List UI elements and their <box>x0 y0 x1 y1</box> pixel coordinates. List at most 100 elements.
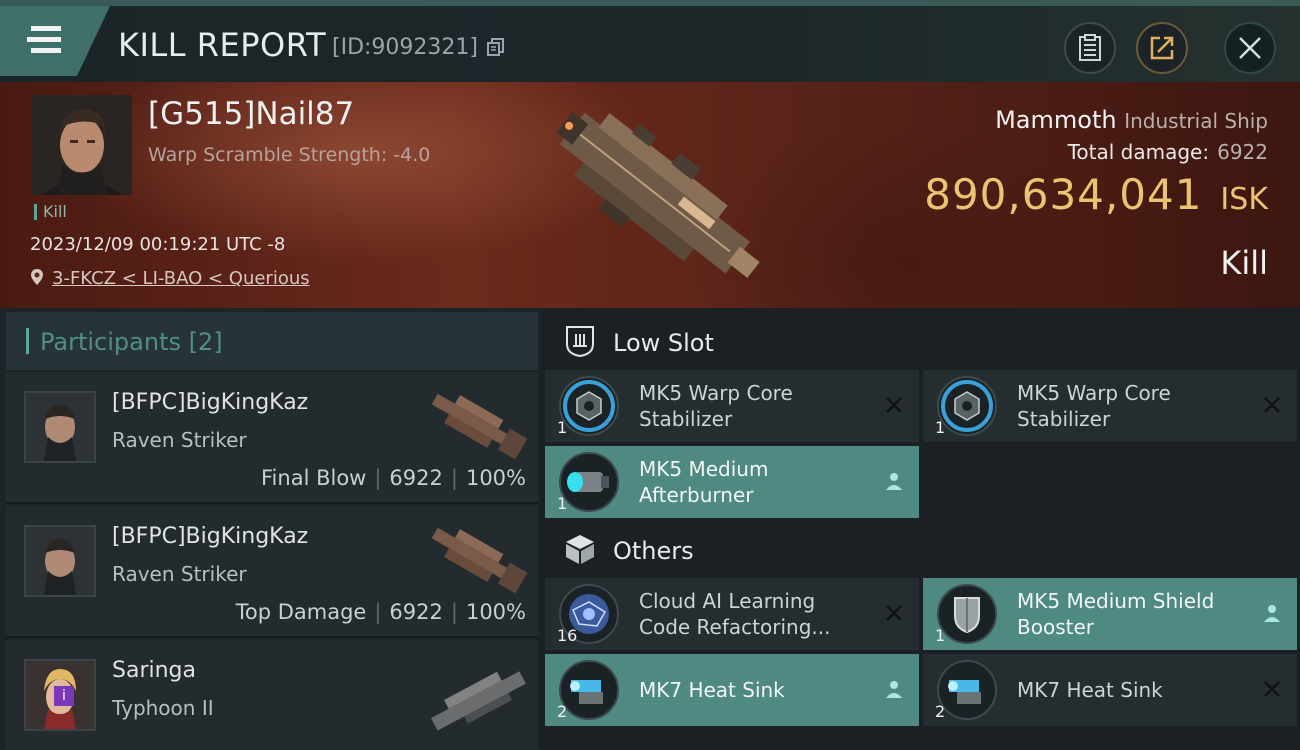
total-damage-value: 6922 <box>1217 140 1268 164</box>
copy-icon[interactable] <box>487 38 505 56</box>
participant-avatar <box>24 391 96 463</box>
participants-header: Participants [2] <box>6 312 538 370</box>
warp-scramble-strength: Warp Scramble Strength: -4.0 <box>148 144 431 166</box>
module-quantity: 1 <box>557 494 568 513</box>
module-quantity: 2 <box>557 702 568 721</box>
module-name: Cloud AI Learning Code Refactoring... <box>639 589 831 639</box>
separator: | <box>374 600 382 624</box>
cargo-box-icon <box>566 535 594 564</box>
module-name: MK5 Medium Shield Booster <box>1017 589 1215 639</box>
participant-row[interactable]: [BFPC]BigKingKaz Raven Striker Final Blo… <box>6 372 538 504</box>
clipboard-button[interactable] <box>1064 22 1116 74</box>
heat-sink-icon <box>559 660 619 720</box>
victim-ship-image <box>556 111 760 278</box>
clipboard-icon <box>1079 34 1101 61</box>
victim-summary: [G515]Nail87 Warp Scramble Strength: -4.… <box>0 82 1300 308</box>
module-quantity: 1 <box>557 418 568 437</box>
others-title: Others <box>613 537 694 565</box>
participant-ship: Raven Striker <box>112 562 247 586</box>
participant-role: Top Damage <box>235 600 367 624</box>
ship-class: Industrial Ship <box>1124 109 1268 133</box>
separator: | <box>450 466 458 490</box>
participant-damage: 6922 <box>389 600 443 624</box>
share-icon <box>1150 36 1174 60</box>
participant-ship-image <box>431 671 526 731</box>
header-bar: KILL REPORT [ID:9092321] <box>0 6 1300 82</box>
pilot-portrait-image <box>32 95 132 195</box>
destroyed-icon <box>886 397 902 413</box>
module-slot[interactable]: 16 Cloud AI Learning Code Refactoring... <box>545 578 919 650</box>
participants-title: Participants [2] <box>40 328 223 356</box>
afterburner-icon <box>559 452 619 512</box>
module-name: MK5 Warp Core Stabilizer <box>639 381 793 431</box>
menu-button[interactable] <box>0 6 110 76</box>
module-quantity: 2 <box>935 702 946 721</box>
participant-role: Final Blow <box>261 466 367 490</box>
participant-row[interactable]: i Saringa Typhoon II <box>6 640 538 750</box>
shield-booster-icon <box>937 584 997 644</box>
close-icon <box>1239 37 1261 59</box>
participant-percent: 100% <box>465 466 526 490</box>
module-name: MK7 Heat Sink <box>1017 678 1163 702</box>
header-accent <box>26 328 29 354</box>
module-slot[interactable]: 2 MK7 Heat Sink <box>923 654 1297 726</box>
dropped-person-icon <box>886 473 902 490</box>
module-name: MK5 Warp Core Stabilizer <box>1017 381 1171 431</box>
page-title: KILL REPORT <box>118 26 327 64</box>
victim-name: [G515]Nail87 <box>148 96 355 132</box>
ship-info: Mammoth Industrial Ship <box>995 106 1268 134</box>
separator: | <box>374 466 382 490</box>
total-damage-label: Total damage: <box>1067 140 1210 164</box>
share-button[interactable] <box>1136 22 1188 74</box>
isk-loss: 890,634,041 ISK <box>924 170 1268 219</box>
participant-avatar <box>24 525 96 597</box>
participant-name: Saringa <box>112 658 196 683</box>
separator: | <box>450 600 458 624</box>
module-slot[interactable]: 1 MK5 Medium Shield Booster <box>923 578 1297 650</box>
heat-sink-icon <box>937 660 997 720</box>
victim-portrait[interactable] <box>32 95 132 195</box>
participant-ship: Typhoon II <box>112 696 214 720</box>
dropped-person-icon <box>1264 605 1280 622</box>
participant-percent: 100% <box>465 600 526 624</box>
close-button[interactable] <box>1224 22 1276 74</box>
kill-tag: Kill <box>34 204 67 220</box>
kill-timestamp: 2023/12/09 00:19:21 UTC -8 <box>30 234 286 255</box>
ship-name: Mammoth <box>995 106 1117 134</box>
fitting-panel: Low Slot 1 MK5 Warp Core Stabilizer 1 MK… <box>541 308 1300 750</box>
isk-unit: ISK <box>1220 182 1268 217</box>
warp-core-stabilizer-icon <box>937 376 997 436</box>
participant-damage: 6922 <box>389 466 443 490</box>
module-slot[interactable]: 2 MK7 Heat Sink <box>545 654 919 726</box>
module-slot[interactable]: 1 MK5 Warp Core Stabilizer <box>923 370 1297 442</box>
total-damage: Total damage: 6922 <box>1068 140 1268 164</box>
participant-ship-image <box>431 393 528 460</box>
module-name: MK7 Heat Sink <box>639 678 785 702</box>
participant-name: [BFPC]BigKingKaz <box>112 524 309 549</box>
kill-location-link[interactable]: 3-FKCZ < LI-BAO < Querious <box>52 268 310 289</box>
low-slot-header: Low Slot <box>545 312 1300 372</box>
module-quantity: 1 <box>935 418 946 437</box>
low-slot-title: Low Slot <box>613 329 714 357</box>
dropped-person-icon <box>886 681 902 698</box>
destroyed-icon <box>1264 681 1280 697</box>
module-slot[interactable]: 1 MK5 Medium Afterburner <box>545 446 919 518</box>
result-label: Kill <box>1220 244 1268 282</box>
low-slot-icon <box>566 326 594 358</box>
report-id: [ID:9092321] <box>332 35 478 60</box>
others-header: Others <box>545 520 1300 580</box>
module-quantity: 16 <box>557 626 578 645</box>
participant-row[interactable]: [BFPC]BigKingKaz Raven Striker Top Damag… <box>6 506 538 638</box>
warp-core-stabilizer-icon <box>559 376 619 436</box>
destroyed-icon <box>1264 397 1280 413</box>
participant-ship-image <box>431 527 528 594</box>
info-badge: i <box>54 686 74 706</box>
location-pin-icon <box>31 269 43 285</box>
isk-value: 890,634,041 <box>924 170 1203 219</box>
module-name: MK5 Medium Afterburner <box>639 457 769 507</box>
participant-stats: Top Damage | 6922 | 100% <box>236 600 526 624</box>
module-slot[interactable]: 1 MK5 Warp Core Stabilizer <box>545 370 919 442</box>
participants-panel: Participants [2] [BFPC]BigKingKaz Raven … <box>0 308 541 750</box>
participant-ship: Raven Striker <box>112 428 247 452</box>
participant-name: [BFPC]BigKingKaz <box>112 390 309 415</box>
